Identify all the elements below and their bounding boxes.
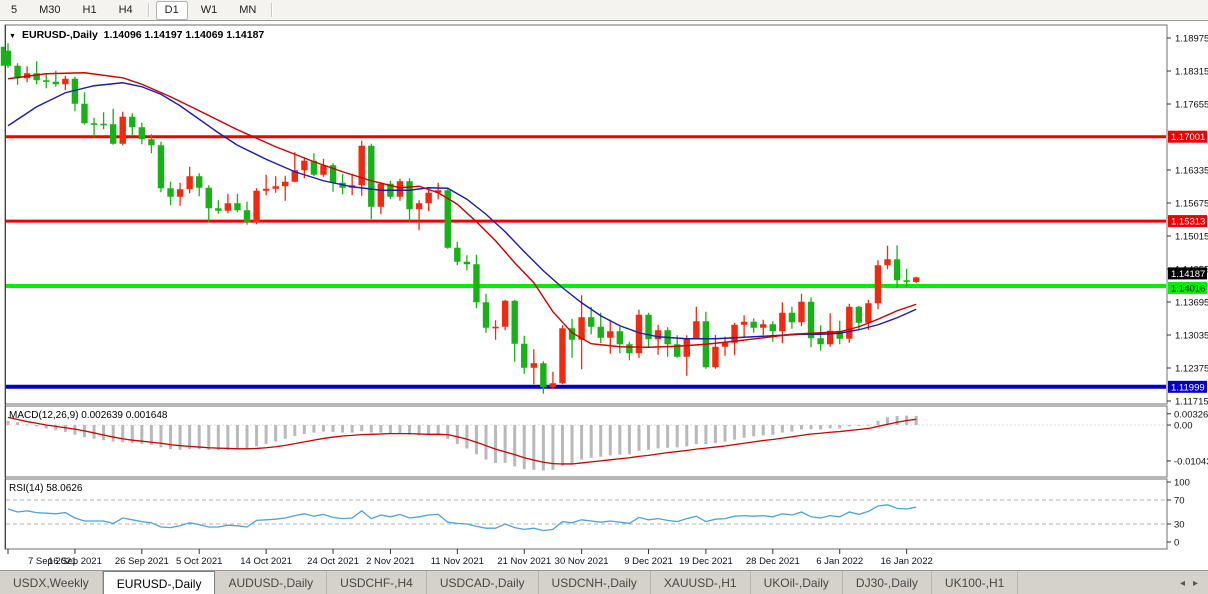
svg-text:30 Nov 2021: 30 Nov 2021 <box>555 556 609 567</box>
svg-text:0.003261: 0.003261 <box>1174 409 1208 420</box>
svg-text:21 Nov 2021: 21 Nov 2021 <box>497 556 551 567</box>
svg-text:16 Sep 2021: 16 Sep 2021 <box>48 556 102 567</box>
svg-text:9 Dec 2021: 9 Dec 2021 <box>624 556 673 567</box>
timeframe-button-m30[interactable]: M30 <box>30 1 69 20</box>
svg-text:1.18315: 1.18315 <box>1175 67 1208 78</box>
tab-scroll-left-icon[interactable]: ◂ <box>1180 578 1185 589</box>
svg-text:1.17001: 1.17001 <box>1171 132 1205 143</box>
svg-text:1.17655: 1.17655 <box>1175 100 1208 111</box>
chart-tab-bar: USDX,WeeklyEURUSD-,DailyAUDUSD-,DailyUSD… <box>0 570 1208 594</box>
svg-text:5 Oct 2021: 5 Oct 2021 <box>176 556 222 567</box>
level-badge-1.14016: 1.14016 <box>1168 282 1207 295</box>
svg-text:1.18975: 1.18975 <box>1175 34 1208 45</box>
chart-tab-audusd-daily[interactable]: AUDUSD-,Daily <box>215 571 327 594</box>
svg-text:70: 70 <box>1174 496 1185 507</box>
date-axis: 7 Sep 202116 Sep 202126 Sep 20215 Oct 20… <box>8 549 933 567</box>
svg-text:1.11715: 1.11715 <box>1175 397 1208 408</box>
svg-text:0.00: 0.00 <box>1174 421 1193 432</box>
svg-text:1.13695: 1.13695 <box>1175 298 1208 309</box>
svg-text:24 Oct 2021: 24 Oct 2021 <box>307 556 359 567</box>
timeframe-button-mn[interactable]: MN <box>230 1 265 20</box>
svg-text:100: 100 <box>1174 478 1190 489</box>
svg-text:19 Dec 2021: 19 Dec 2021 <box>679 556 733 567</box>
svg-text:1.15015: 1.15015 <box>1175 232 1208 243</box>
current-price-badge: 1.14187 <box>1168 267 1207 280</box>
svg-text:1.11999: 1.11999 <box>1171 382 1205 393</box>
timeframe-button-w1[interactable]: W1 <box>192 1 227 20</box>
chart-tab-usdchf-h4[interactable]: USDCHF-,H4 <box>327 571 427 594</box>
timeframe-button-5[interactable]: 5 <box>2 1 26 20</box>
timeframe-button-d1[interactable]: D1 <box>156 1 188 20</box>
chart-tab-usdcad-daily[interactable]: USDCAD-,Daily <box>427 571 539 594</box>
svg-text:1.14187: 1.14187 <box>1171 269 1205 280</box>
svg-text:1.16335: 1.16335 <box>1175 166 1208 177</box>
toolbar-separator <box>148 3 150 17</box>
mt4-trading-window: 5M30 H1H4 D1W1MN 1.18975 1.18315 1.17655 1.16… <box>0 0 1208 594</box>
svg-text:6 Jan 2022: 6 Jan 2022 <box>816 556 863 567</box>
chart-tab-dj30-daily[interactable]: DJ30-,Daily <box>843 571 932 594</box>
chart-tab-xauusd-h1[interactable]: XAUUSD-,H1 <box>651 571 751 594</box>
symbol-dropdown-icon: ▼ <box>9 33 16 40</box>
timeframe-toolbar: 5M30 H1H4 D1W1MN <box>0 0 1208 21</box>
tab-scroll-right-icon[interactable]: ▸ <box>1193 578 1198 589</box>
chart-title: ▼ EURUSD-,Daily 1.14096 1.14197 1.14069 … <box>9 29 264 41</box>
macd-label: MACD(12,26,9) 0.002639 0.001648 <box>9 410 168 421</box>
chart-tab-ukoil-daily[interactable]: UKOil-,Daily <box>751 571 843 594</box>
rsi-label: RSI(14) 58.0626 <box>9 483 83 494</box>
svg-text:0: 0 <box>1174 538 1179 549</box>
timeframe-button-h4[interactable]: H4 <box>110 1 142 20</box>
level-badge-1.17001: 1.17001 <box>1168 131 1207 144</box>
svg-text:2 Nov 2021: 2 Nov 2021 <box>366 556 415 567</box>
svg-text:1.15675: 1.15675 <box>1175 199 1208 210</box>
svg-text:28 Dec 2021: 28 Dec 2021 <box>746 556 800 567</box>
chart-area[interactable]: 1.18975 1.18315 1.17655 1.16335 1.15675 1.150… <box>0 21 1208 575</box>
svg-text:1.14016: 1.14016 <box>1171 283 1205 294</box>
svg-text:14 Oct 2021: 14 Oct 2021 <box>240 556 292 567</box>
svg-text:EURUSD-,Daily 1.14096 1.14197: EURUSD-,Daily 1.14096 1.14197 1.14069 1.… <box>22 29 264 41</box>
timeframe-button-h1[interactable]: H1 <box>74 1 106 20</box>
svg-text:-0.010436: -0.010436 <box>1174 456 1208 467</box>
chart-tab-eurusd-daily[interactable]: EURUSD-,Daily <box>103 571 216 594</box>
level-badge-1.15313: 1.15313 <box>1168 215 1207 228</box>
svg-text:1.13035: 1.13035 <box>1175 331 1208 342</box>
svg-text:1.12375: 1.12375 <box>1175 364 1208 375</box>
svg-text:26 Sep 2021: 26 Sep 2021 <box>115 556 169 567</box>
chart-tab-uk100-h1[interactable]: UK100-,H1 <box>932 571 1018 594</box>
tab-scroll-arrows: ◂▸ <box>1170 571 1208 594</box>
chart-tab-usdcnh-daily[interactable]: USDCNH-,Daily <box>539 571 651 594</box>
chart-tab-usdx-weekly[interactable]: USDX,Weekly <box>0 571 103 594</box>
level-badge-1.11999: 1.11999 <box>1168 381 1207 394</box>
svg-text:30: 30 <box>1174 520 1185 531</box>
svg-text:11 Nov 2021: 11 Nov 2021 <box>431 556 484 567</box>
svg-text:1.15313: 1.15313 <box>1171 217 1205 228</box>
svg-text:16 Jan 2022: 16 Jan 2022 <box>880 556 932 567</box>
toolbar-separator <box>271 3 273 17</box>
